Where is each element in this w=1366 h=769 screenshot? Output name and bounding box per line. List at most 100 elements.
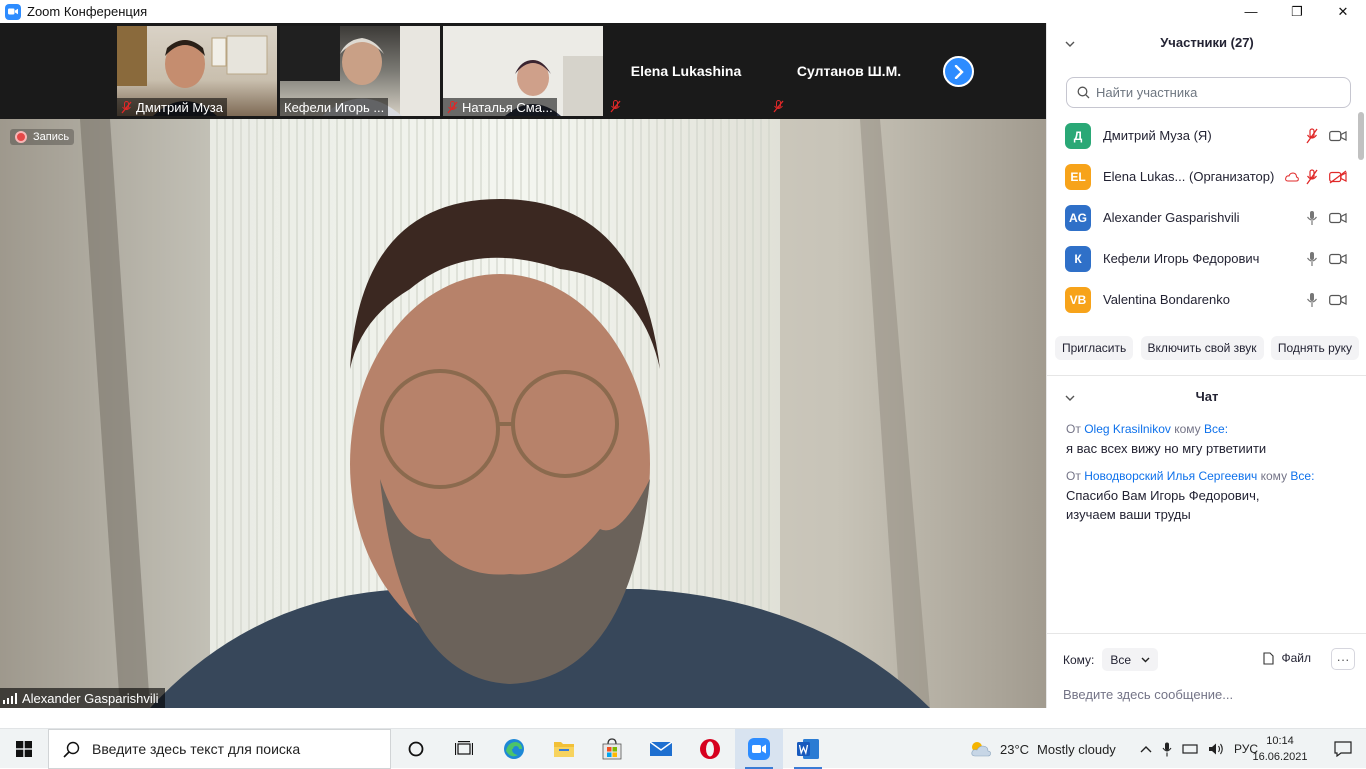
video-camera-icon[interactable] [1329,253,1347,265]
start-button[interactable] [0,729,48,769]
microsoft-store-button[interactable] [588,729,636,769]
file-button[interactable]: Файл [1263,651,1311,665]
main-speaker-video[interactable]: Запись Alexander Gasparishvili [0,119,1046,708]
network-icon[interactable] [1182,744,1198,754]
volume-icon[interactable] [1208,742,1224,756]
participant-name: Alexander Gasparishvili [1103,210,1240,225]
participant-list-scrollbar[interactable] [1358,112,1364,160]
record-dot-icon [15,131,27,143]
video-area: Дмитрий Муза Кефели Игорь ... Наталья См… [0,23,1046,708]
title-bar: Zoom Конференция — ❐ ✕ [0,0,1366,23]
video-camera-icon[interactable] [1329,212,1347,224]
participant-name-tile[interactable]: Elena Lukashina [606,26,766,116]
video-thumbnail[interactable]: Наталья Сма... [443,26,603,116]
participant-name-tile[interactable]: Султанов Ш.М. [769,26,929,116]
participant-actions: Пригласить Включить свой звук Поднять ру… [1047,336,1366,360]
from-prefix: От [1066,469,1081,483]
microphone-icon[interactable] [1305,210,1319,226]
microphone-icon[interactable] [1305,292,1319,308]
cloud-upload-icon [1285,171,1299,181]
raise-hand-button[interactable]: Поднять руку [1270,336,1359,360]
chevron-right-icon [954,64,964,79]
unmute-self-button[interactable]: Включить свой звук [1140,336,1264,360]
muted-mic-icon [447,100,458,113]
more-options-button[interactable]: ··· [1331,648,1355,670]
weather-temperature: 23°C [1000,741,1030,757]
weather-description: Mostly cloudy [1037,741,1116,757]
sender-name[interactable]: Новодворский Илья Сергеевич [1084,469,1257,483]
muted-mic-icon[interactable] [1305,127,1319,144]
to-prefix: кому [1174,422,1201,436]
opera-icon [700,739,720,759]
participant-row[interactable]: AG Alexander Gasparishvili [1047,197,1366,238]
file-explorer-button[interactable] [540,729,588,769]
file-icon [1263,651,1275,665]
taskbar-search-input[interactable]: Введите здесь текст для поиска [48,729,391,769]
avatar: К [1065,245,1091,272]
recipient-name: Все: [1204,422,1229,436]
task-view-button[interactable] [440,729,488,769]
microphone-icon[interactable] [1162,742,1172,757]
taskbar-search-placeholder: Введите здесь текст для поиска [92,741,301,757]
cortana-button[interactable] [392,729,440,769]
opera-browser-button[interactable] [686,729,734,769]
video-thumbnail[interactable]: Дмитрий Муза [117,26,277,116]
taskbar-clock[interactable]: 10:14 16.06.2021 [1250,733,1310,765]
chat-compose: Кому: Все Файл ··· Введите здесь сообщен… [1047,633,1366,708]
cloudy-weather-icon [971,742,991,757]
recipient-name: Все: [1290,469,1315,483]
task-view-icon [455,741,473,755]
minimize-button[interactable]: — [1228,0,1274,23]
maximize-button[interactable]: ❐ [1274,0,1320,23]
from-prefix: От [1066,422,1081,436]
notification-center-button[interactable] [1320,729,1366,769]
word-app-button[interactable] [784,729,832,769]
video-off-icon[interactable] [1329,169,1347,184]
speaker-name: Alexander Gasparishvili [22,690,159,706]
next-page-arrow-button[interactable] [943,56,974,87]
weather-widget[interactable]: 23°C Mostly cloudy [970,729,1116,769]
video-camera-icon[interactable] [1329,130,1347,142]
window-title: Zoom Конференция [27,4,148,19]
participants-header: Участники (27) [1160,35,1254,50]
search-icon [1077,86,1090,99]
invite-button[interactable]: Пригласить [1055,336,1134,360]
participant-name: Elena Lukas... (Организатор) [1103,169,1275,184]
chevron-up-icon[interactable] [1140,745,1152,753]
participant-name-label: Наталья Сма... [443,98,557,116]
participant-name: Elena Lukashina [630,63,742,79]
participant-row[interactable]: К Кефели Игорь Федорович [1047,238,1366,279]
recording-label: Запись [33,131,70,143]
chat-message-input[interactable]: Введите здесь сообщение... [1063,687,1233,702]
edge-icon [504,739,524,759]
recipient-row: Кому: Все [1063,648,1159,671]
participant-row[interactable]: Д Дмитрий Муза (Я) [1047,115,1366,156]
zoom-app-button[interactable] [735,729,783,769]
video-thumbnail[interactable]: Кефели Игорь ... [280,26,440,116]
chat-message-text: Спасибо Вам Игорь Федорович, изучаем ваш… [1066,488,1260,522]
system-tray: РУС [1140,729,1258,769]
avatar: VB [1065,286,1091,313]
sender-name[interactable]: Oleg Krasilnikov [1084,422,1171,436]
close-button[interactable]: ✕ [1320,0,1366,23]
chat-messages: От Oleg Krasilnikov кому Все: я вас всех… [1066,421,1356,534]
muted-mic-icon [773,100,784,113]
participant-row[interactable]: VB Valentina Bondarenko [1047,279,1366,320]
participant-name: Дмитрий Муза (Я) [1103,128,1212,143]
zoom-app-icon [748,738,770,760]
speaker-name-label: Alexander Gasparishvili [0,688,165,708]
mail-button[interactable] [637,729,685,769]
participant-search-input[interactable]: Найти участника [1066,77,1351,108]
muted-mic-icon [121,100,132,113]
video-camera-icon[interactable] [1329,294,1347,306]
recipient-select[interactable]: Все [1102,648,1159,671]
participant-name-label: Дмитрий Муза [117,98,227,116]
signal-bars-icon [3,692,17,704]
windows-taskbar: Введите здесь текст для поиска 23°C Most… [0,728,1366,769]
cortana-circle-icon [408,741,424,757]
chat-message: От Oleg Krasilnikov кому Все: я вас всех… [1066,421,1356,458]
edge-browser-button[interactable] [490,729,538,769]
muted-mic-icon[interactable] [1305,168,1319,185]
microphone-icon[interactable] [1305,251,1319,267]
participant-row[interactable]: EL Elena Lukas... (Организатор) [1047,156,1366,197]
